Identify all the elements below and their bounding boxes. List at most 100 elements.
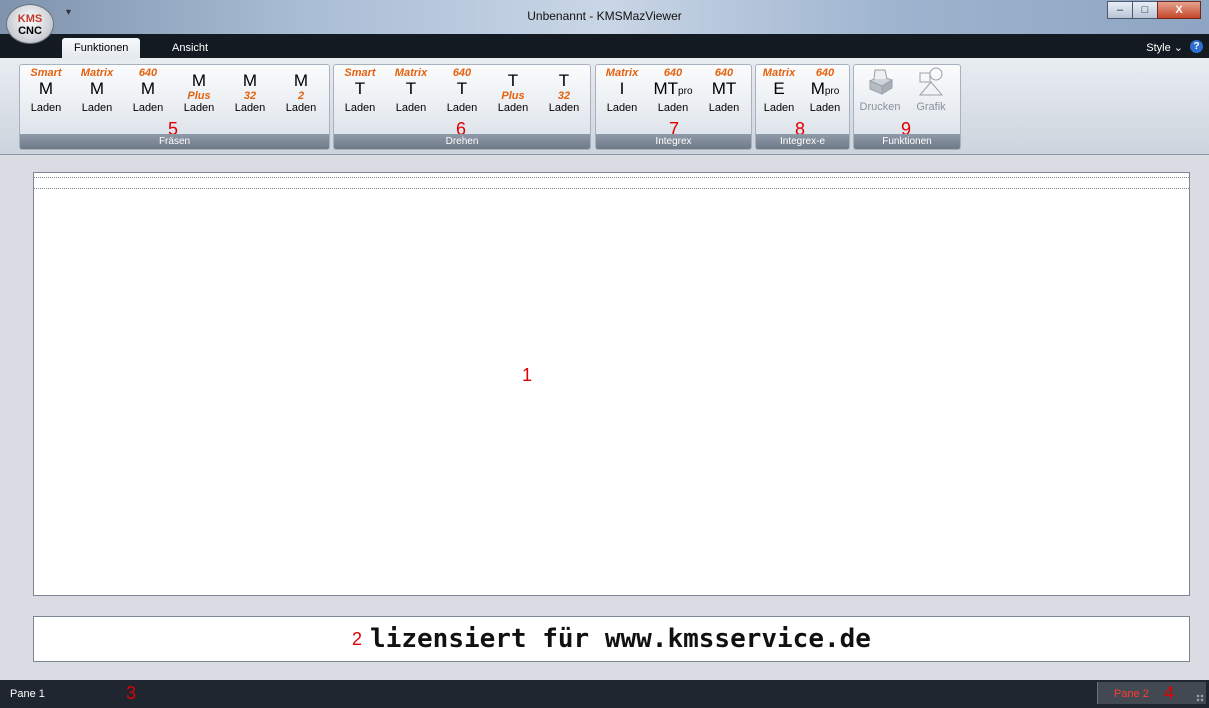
button-label: Laden — [708, 102, 740, 114]
button-label: Laden — [234, 102, 266, 114]
button-variant: 640 — [815, 67, 835, 79]
window-controls: – □ X — [1107, 1, 1201, 19]
print-button[interactable]: Drucken — [856, 67, 904, 127]
style-menu[interactable]: Style ⌄ — [1146, 41, 1183, 54]
close-button[interactable]: X — [1157, 1, 1201, 19]
button-letter: Mpro — [802, 79, 848, 98]
tab-funktionen[interactable]: Funktionen — [62, 38, 141, 58]
group-fraesen: Smart M Laden Matrix M Laden 640 M Laden… — [19, 64, 330, 150]
button-letter: M — [242, 71, 258, 90]
load-matrix-t-button[interactable]: Matrix T Laden — [387, 67, 435, 127]
graphic-button[interactable]: Grafik — [907, 67, 955, 127]
load-smart-m-button[interactable]: Smart M Laden — [22, 67, 70, 127]
button-letter: T — [354, 79, 366, 98]
button-letter: MTpro — [649, 79, 697, 98]
letter-main: MT — [653, 79, 679, 98]
letter-subscript: pro — [678, 86, 693, 97]
help-icon[interactable]: ? — [1190, 40, 1203, 53]
group-label-fraesen: Fräsen — [20, 134, 329, 149]
status-pane-2-label: Pane 2 — [1114, 688, 1149, 700]
button-variant: 640 — [138, 67, 158, 79]
maximize-button[interactable]: □ — [1132, 1, 1158, 19]
title-bar: KMS CNC ▾ Unbenannt - KMSMazViewer – □ X — [0, 0, 1209, 44]
button-label: Laden — [657, 102, 689, 114]
annotation-marker: 4 — [1164, 683, 1175, 703]
resize-grip-icon[interactable] — [1196, 694, 1204, 702]
button-variant: Smart — [344, 67, 376, 79]
load-640-mt-button[interactable]: 640 MT Laden — [700, 67, 748, 127]
group-integrex: Matrix I Laden 640 MTpro Laden 640 MT La… — [595, 64, 752, 150]
button-label: Laden — [81, 102, 113, 114]
button-letter: T — [558, 71, 570, 90]
ruler-line — [34, 177, 1189, 189]
load-matrix-i-button[interactable]: Matrix I Laden — [598, 67, 646, 127]
app-menu-button[interactable]: KMS CNC — [6, 4, 54, 44]
load-smart-t-button[interactable]: Smart T Laden — [336, 67, 384, 127]
shapes-icon — [918, 67, 944, 96]
logo-text-cnc: CNC — [18, 25, 42, 37]
button-label: Laden — [285, 102, 317, 114]
load-640-m-button[interactable]: 640 M Laden — [124, 67, 172, 127]
button-letter: M — [38, 79, 54, 98]
group-drehen: Smart T Laden Matrix T Laden 640 T Laden… — [333, 64, 591, 150]
button-label: Laden — [344, 102, 376, 114]
group-label-integrex-e: Integrex-e — [756, 134, 849, 149]
button-label: Laden — [606, 102, 638, 114]
button-label: Laden — [30, 102, 62, 114]
button-label: Drucken — [859, 101, 901, 113]
logo-text-kms: KMS — [17, 13, 43, 25]
main-document-area[interactable]: 1 — [33, 172, 1190, 596]
button-label: Laden — [183, 102, 215, 114]
load-640-m-pro-button[interactable]: 640 Mpro Laden — [802, 67, 848, 127]
load-m-32-button[interactable]: M 32 Laden — [226, 67, 274, 127]
button-variant: 640 — [714, 67, 734, 79]
group-label-drehen: Drehen — [334, 134, 590, 149]
group-label-integrex: Integrex — [596, 134, 751, 149]
load-t-plus-button[interactable]: T Plus Laden — [489, 67, 537, 127]
button-variant: Matrix — [80, 67, 114, 79]
button-letter: M — [89, 79, 105, 98]
button-variant: Matrix — [605, 67, 639, 79]
status-pane-2: Pane 2 4 — [1097, 682, 1206, 704]
group-funktionen: Drucken Grafik 9 Funktionen — [853, 64, 961, 150]
button-label: Laden — [395, 102, 427, 114]
button-label: Laden — [497, 102, 529, 114]
group-label-funktionen: Funktionen — [854, 134, 960, 149]
app-window: KMS CNC ▾ Unbenannt - KMSMazViewer – □ X… — [0, 0, 1209, 708]
status-bar: Pane 1 3 Pane 2 4 — [0, 680, 1209, 708]
button-letter: I — [619, 79, 625, 98]
button-letter: M — [191, 71, 207, 90]
minimize-button[interactable]: – — [1107, 1, 1133, 19]
button-label: Laden — [809, 102, 841, 114]
button-variant: 640 — [452, 67, 472, 79]
button-variant: 640 — [663, 67, 683, 79]
button-variant: Smart — [30, 67, 62, 79]
letter-subscript: pro — [824, 86, 840, 97]
annotation-marker: 2 — [352, 629, 363, 649]
letter-main: M — [810, 79, 825, 98]
load-matrix-m-button[interactable]: Matrix M Laden — [73, 67, 121, 127]
button-label: Laden — [548, 102, 580, 114]
button-letter: T — [405, 79, 417, 98]
annotation-marker: 3 — [126, 683, 137, 703]
printer-icon — [868, 69, 894, 95]
status-pane-1: Pane 1 — [10, 688, 45, 700]
annotation-marker: 1 — [522, 365, 533, 385]
load-t-32-button[interactable]: T 32 Laden — [540, 67, 588, 127]
button-letter: MT — [711, 79, 737, 98]
button-variant: Matrix — [394, 67, 428, 79]
load-640-mt-pro-button[interactable]: 640 MTpro Laden — [649, 67, 697, 127]
load-matrix-e-button[interactable]: Matrix E Laden — [756, 67, 802, 127]
load-m-plus-button[interactable]: M Plus Laden — [175, 67, 223, 127]
button-letter: E — [773, 79, 785, 98]
button-label: Laden — [446, 102, 478, 114]
load-m-2-button[interactable]: M 2 Laden — [277, 67, 325, 127]
button-label: Laden — [132, 102, 164, 114]
ribbon: Smart M Laden Matrix M Laden 640 M Laden… — [0, 58, 1209, 155]
group-integrex-e: Matrix E Laden 640 Mpro Laden 8 Integrex… — [755, 64, 850, 150]
button-variant: Matrix — [762, 67, 796, 79]
license-text: lizensiert für www.kmsservice.de — [370, 624, 871, 654]
load-640-t-button[interactable]: 640 T Laden — [438, 67, 486, 127]
ribbon-tab-strip: Funktionen Ansicht Style ⌄ ? — [0, 34, 1209, 58]
tab-ansicht[interactable]: Ansicht — [160, 38, 220, 58]
